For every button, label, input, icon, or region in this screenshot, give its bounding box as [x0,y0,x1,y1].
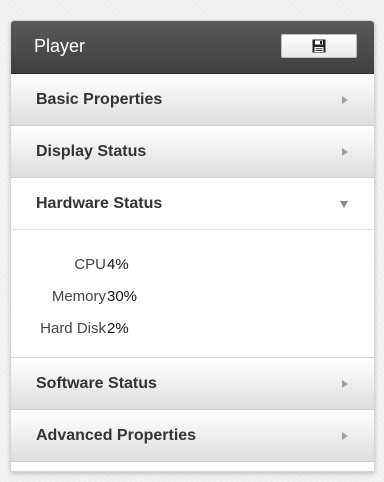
player-panel: Player Basic Properties Display Status H… [10,20,375,472]
section-label: Display Status [36,143,147,160]
section-software-status[interactable]: Software Status [11,358,374,410]
stat-label: CPU [74,256,106,273]
section-basic-properties[interactable]: Basic Properties [11,74,374,126]
stat-value: 2% [107,320,129,337]
section-advanced-properties[interactable]: Advanced Properties [11,410,374,462]
stat-row-memory: Memory 30% [11,288,374,308]
stat-row-hard-disk: Hard Disk 2% [11,320,374,340]
chevron-down-icon [340,201,348,208]
save-icon [312,39,326,53]
section-display-status[interactable]: Display Status [11,126,374,178]
save-button[interactable] [281,34,357,58]
chevron-right-icon [342,96,348,104]
chevron-right-icon [342,432,348,440]
panel-header: Player [11,21,374,74]
stat-value: 4% [107,256,129,273]
section-hardware-status[interactable]: Hardware Status [11,178,374,230]
hardware-status-body: CPU 4% Memory 30% Hard Disk 2% [11,230,374,358]
stat-row-cpu: CPU 4% [11,256,374,276]
section-label: Hardware Status [36,195,163,212]
section-label: Advanced Properties [36,427,197,444]
stat-label: Hard Disk [40,320,106,337]
section-label: Software Status [36,375,157,392]
section-label: Basic Properties [36,91,163,108]
chevron-right-icon [342,148,348,156]
stat-value: 30% [107,288,138,305]
chevron-right-icon [342,380,348,388]
panel-title: Player [34,36,86,56]
stat-label: Memory [51,288,106,305]
